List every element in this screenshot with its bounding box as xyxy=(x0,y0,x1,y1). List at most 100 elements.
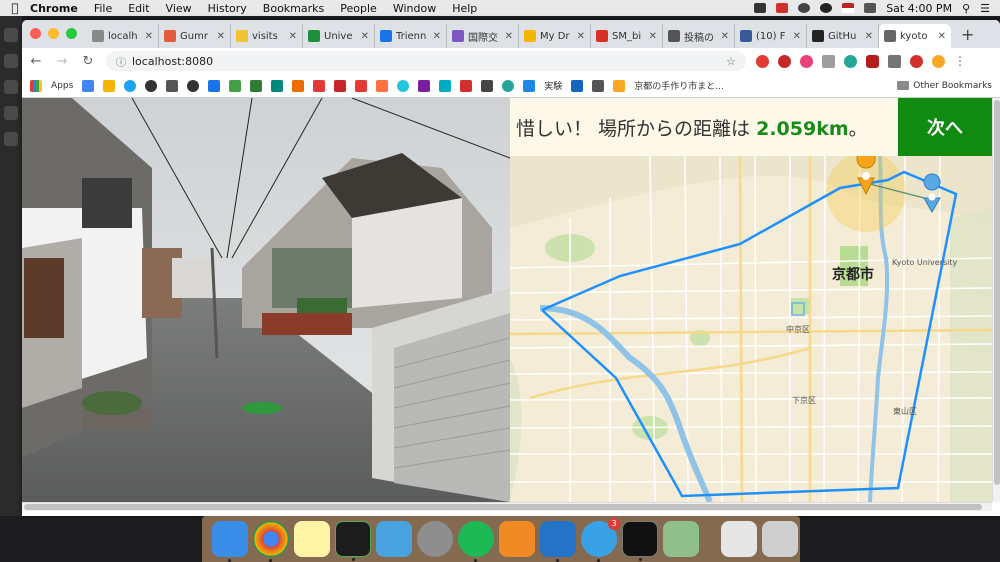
tweetbot-icon[interactable]: 3 xyxy=(581,518,620,562)
bookmark-grammarly-icon[interactable] xyxy=(502,79,515,92)
browser-tab[interactable]: kyoto ✕ xyxy=(879,24,951,48)
bookmark-blue-icon[interactable] xyxy=(571,79,584,92)
bookmark-grey-icon[interactable] xyxy=(592,79,605,92)
browser-tab[interactable]: SM_bi ✕ xyxy=(591,24,663,48)
bookmark-kyoto-icon[interactable] xyxy=(613,79,626,92)
bookmark-w-icon[interactable] xyxy=(271,79,284,92)
adblock-extension-icon[interactable] xyxy=(778,54,791,68)
menu-edit[interactable]: Edit xyxy=(128,2,149,15)
menu-history[interactable]: History xyxy=(208,2,247,15)
bookmark-docs-icon[interactable] xyxy=(208,79,221,92)
bookmark-up-icon[interactable] xyxy=(250,79,263,92)
browser-tab[interactable]: visits ✕ xyxy=(231,24,303,48)
menu-file[interactable]: File xyxy=(94,2,112,15)
notes-icon[interactable] xyxy=(294,521,330,557)
bookmark-drive-icon[interactable] xyxy=(103,79,116,92)
browser-tab[interactable]: 国際交 ✕ xyxy=(447,24,519,48)
bookmark-globe2-icon[interactable] xyxy=(187,79,200,92)
tab-close-icon[interactable]: ✕ xyxy=(505,31,513,42)
browser-tab[interactable]: Unive ✕ xyxy=(303,24,375,48)
menu-app-name[interactable]: Chrome xyxy=(30,2,78,15)
spotify-icon[interactable] xyxy=(458,521,494,562)
other-bookmarks[interactable]: Other Bookmarks xyxy=(897,81,992,91)
reload-button[interactable]: ↻ xyxy=(80,54,96,69)
address-bar[interactable]: ⓘ localhost:8080 ☆ xyxy=(106,51,746,71)
tab-close-icon[interactable]: ✕ xyxy=(217,31,225,42)
tab-close-icon[interactable]: ✕ xyxy=(145,31,153,42)
us-flag-icon[interactable] xyxy=(842,3,855,13)
camera-extension-icon[interactable] xyxy=(822,54,835,68)
browser-tab[interactable]: 投稿の ✕ xyxy=(663,24,735,48)
street-view-panorama[interactable] xyxy=(22,98,510,502)
keynote-icon[interactable] xyxy=(376,521,412,557)
result-map[interactable]: 京都市 Kyoto University 中京区 下京区 東山区 惜しい！ 場所… xyxy=(510,98,992,502)
bookmark-kyoto-market[interactable]: 京都の手作り市まと... xyxy=(634,79,724,92)
terminal-icon[interactable] xyxy=(622,521,658,561)
preview-icon[interactable] xyxy=(663,521,699,557)
apple-menu-icon[interactable]:  xyxy=(0,1,30,15)
bookmark-cyan-icon[interactable] xyxy=(397,79,410,92)
music-file-icon[interactable] xyxy=(721,521,757,557)
bookmark-gumroad-icon[interactable] xyxy=(376,79,389,92)
notification-icon[interactable] xyxy=(776,3,789,13)
bookmark-docs2-icon[interactable] xyxy=(523,79,536,92)
new-tab-button[interactable]: + xyxy=(951,25,984,48)
red-extension-icon[interactable] xyxy=(910,54,923,68)
menu-help[interactable]: Help xyxy=(452,2,477,15)
zoom-window-button[interactable] xyxy=(66,28,77,39)
browser-tab[interactable]: My Dr ✕ xyxy=(519,24,591,48)
system-preferences-icon[interactable] xyxy=(417,521,453,557)
forward-button[interactable]: → xyxy=(54,54,70,69)
bookmark-apps[interactable]: Apps xyxy=(51,81,73,91)
github-tray-icon[interactable] xyxy=(820,3,833,13)
bookmark-wikipedia-icon[interactable] xyxy=(166,79,179,92)
profile-avatar[interactable] xyxy=(932,54,945,68)
tab-close-icon[interactable]: ✕ xyxy=(938,31,946,42)
bookmark-translate-icon[interactable] xyxy=(82,79,95,92)
browser-tab[interactable]: Trienn ✕ xyxy=(375,24,447,48)
menubar-clock[interactable]: Sat 4:00 PM xyxy=(886,2,952,15)
bookmark-w2-icon[interactable] xyxy=(481,79,494,92)
horizontal-scroll-thumb[interactable] xyxy=(24,504,982,510)
spotlight-icon[interactable]: ⚲ xyxy=(962,2,970,15)
menu-view[interactable]: View xyxy=(166,2,192,15)
next-button[interactable]: 次へ xyxy=(898,98,992,156)
tab-close-icon[interactable]: ✕ xyxy=(721,31,729,42)
facebook-extension-icon[interactable] xyxy=(888,54,901,68)
bookmark-red-icon[interactable] xyxy=(313,79,326,92)
bookmark-globe-icon[interactable] xyxy=(145,79,158,92)
bookmark-orange-icon[interactable] xyxy=(292,79,305,92)
menu-people[interactable]: People xyxy=(340,2,377,15)
tab-close-icon[interactable]: ✕ xyxy=(433,31,441,42)
vertical-scroll-thumb[interactable] xyxy=(994,100,1000,485)
tab-close-icon[interactable]: ✕ xyxy=(361,31,369,42)
bookmark-green-icon[interactable] xyxy=(229,79,242,92)
bookmark-twitter-icon[interactable] xyxy=(124,79,137,92)
calculator-icon[interactable] xyxy=(499,521,535,557)
activity-monitor-icon[interactable] xyxy=(335,521,371,561)
tab-close-icon[interactable]: ✕ xyxy=(649,31,657,42)
bookmark-jikken[interactable]: 実験 xyxy=(544,79,562,92)
bookmark-red3-icon[interactable] xyxy=(355,79,368,92)
bookmark-red2-icon[interactable] xyxy=(334,79,347,92)
menu-window[interactable]: Window xyxy=(393,2,436,15)
horizontal-scrollbar[interactable] xyxy=(22,502,992,511)
close-window-button[interactable] xyxy=(30,28,41,39)
grammarly-extension-icon[interactable] xyxy=(844,54,857,68)
bookmark-purple-icon[interactable] xyxy=(418,79,431,92)
menu-bookmarks[interactable]: Bookmarks xyxy=(263,2,324,15)
browser-tab[interactable]: Gumr ✕ xyxy=(159,24,231,48)
bookmark-maps-icon[interactable] xyxy=(460,79,473,92)
tab-close-icon[interactable]: ✕ xyxy=(793,31,801,42)
browser-tab[interactable]: GitHu ✕ xyxy=(807,24,879,48)
ublock-extension-icon[interactable] xyxy=(866,54,879,68)
battery-icon[interactable] xyxy=(864,3,877,13)
back-button[interactable]: ← xyxy=(28,54,44,69)
vertical-scrollbar[interactable] xyxy=(992,98,1000,502)
minimize-window-button[interactable] xyxy=(48,28,59,39)
tab-close-icon[interactable]: ✕ xyxy=(289,31,297,42)
trash-icon[interactable] xyxy=(762,521,798,557)
vscode-icon[interactable] xyxy=(540,521,576,562)
pink-extension-icon[interactable] xyxy=(800,54,813,68)
bookmark-star-icon[interactable]: ☆ xyxy=(726,55,736,68)
